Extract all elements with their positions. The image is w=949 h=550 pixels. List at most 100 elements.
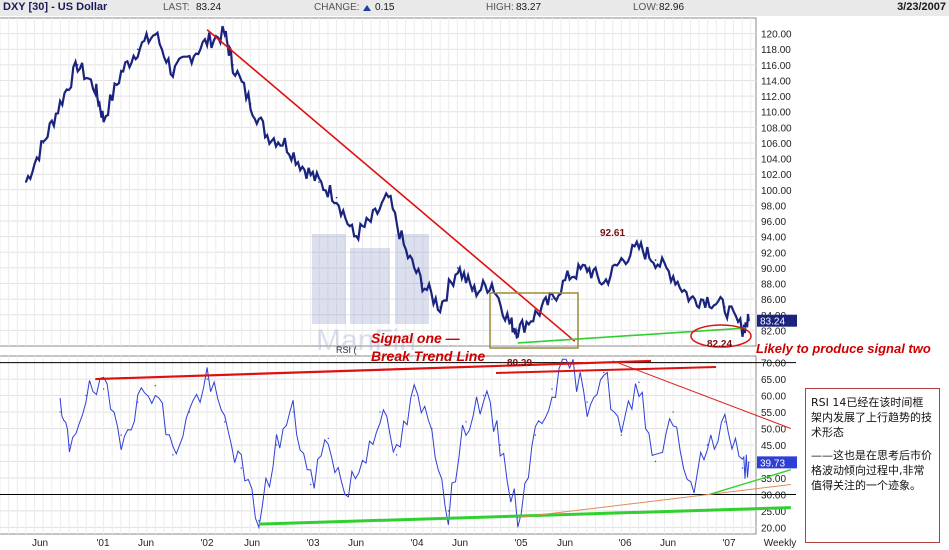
- price-point: [620, 259, 623, 261]
- price-tick-label: 94.00: [761, 233, 786, 244]
- rsi-point: [638, 381, 640, 384]
- x-tick-label: '02: [200, 538, 213, 549]
- price-point: [706, 298, 709, 300]
- x-tick-label: Jun: [138, 538, 154, 549]
- price-point: [353, 235, 355, 238]
- watermark-block-2: [350, 248, 390, 324]
- rsi-point: [706, 444, 709, 446]
- rsi-point: [431, 427, 433, 430]
- chart-title: DXY [30] - US Dollar: [3, 1, 108, 13]
- rsi-point: [120, 434, 122, 436]
- rsi-point: [68, 444, 71, 446]
- rsi-tick-label: 55.00: [761, 408, 786, 419]
- rsi-tick-label: 45.00: [761, 441, 786, 452]
- x-tick-label: Jun: [32, 538, 48, 549]
- price-tick-label: 114.00: [761, 76, 791, 87]
- price-tick-label: 112.00: [761, 92, 791, 103]
- price-tick-label: 88.00: [761, 280, 786, 291]
- price-tick-label: 120.00: [761, 30, 792, 41]
- change-value: 0.15: [375, 2, 395, 13]
- price-point: [301, 165, 304, 168]
- price-point: [76, 64, 79, 66]
- price-point: [318, 181, 320, 183]
- rsi-tick-label: 30.00: [761, 490, 786, 501]
- rsi-point: [59, 411, 61, 413]
- price-tick-label: 86.00: [761, 295, 786, 306]
- x-tick-label: '06: [618, 538, 631, 549]
- price-tick-label: 106.00: [761, 139, 792, 150]
- rsi-point: [395, 454, 398, 456]
- rsi-point: [690, 493, 692, 496]
- rsi-point: [85, 394, 87, 397]
- low-label: LOW:: [633, 2, 659, 13]
- rsi-point: [154, 384, 157, 387]
- price-tick-label: 92.00: [761, 248, 786, 259]
- rsi-point: [309, 483, 312, 486]
- price-point: [747, 319, 750, 322]
- rsi-point: [188, 411, 191, 413]
- rsi-point: [465, 421, 467, 423]
- price-point: [473, 290, 476, 293]
- rsi-point: [551, 388, 553, 390]
- rsi-point: [413, 394, 415, 397]
- high-value: 83.27: [516, 2, 542, 13]
- x-tick-label: Jun: [660, 538, 676, 549]
- price-last-tag-text: 83.24: [760, 317, 785, 328]
- price-point: [534, 313, 537, 316]
- rsi-point: [603, 371, 605, 374]
- rsi-point: [172, 454, 174, 456]
- price-tick-label: 116.00: [761, 61, 791, 72]
- watermark-block-1: [312, 234, 346, 324]
- price-point: [568, 274, 571, 277]
- price-point: [586, 267, 588, 269]
- x-tick-label: '01: [96, 538, 109, 549]
- price-tick-label: 118.00: [761, 45, 791, 56]
- price-point: [249, 103, 252, 105]
- rsi-point: [137, 401, 139, 403]
- price-point: [551, 298, 553, 300]
- rsi-point: [240, 467, 242, 469]
- price-tick-label: 96.00: [761, 217, 786, 228]
- price-point: [232, 64, 234, 66]
- price-point: [59, 103, 61, 105]
- price-point: [439, 306, 441, 308]
- rsi-point: [102, 388, 105, 390]
- price-tick-label: 82.00: [761, 326, 786, 337]
- price-point: [120, 71, 122, 74]
- price-tick-label: 90.00: [761, 264, 786, 275]
- price-tick-label: 108.00: [761, 123, 792, 134]
- chart-date: 3/23/2007: [897, 1, 946, 13]
- x-tick-label: Jun: [557, 538, 573, 549]
- last-label: LAST:: [163, 2, 190, 13]
- x-tick-label: '04: [410, 538, 423, 549]
- price-point: [154, 32, 157, 35]
- price-point: [335, 196, 338, 199]
- rsi-last-tag-text: 39.73: [760, 458, 785, 469]
- price-point: [94, 87, 97, 90]
- price-point: [491, 282, 493, 285]
- rsi-point: [672, 411, 674, 413]
- rsi-point: [620, 434, 623, 436]
- x-tick-label: '03: [306, 538, 319, 549]
- price-point: [517, 329, 519, 332]
- page-root: DXY [30] - US Dollar LAST: 83.24 CHANGE:…: [0, 0, 949, 550]
- rsi-point: [258, 520, 260, 522]
- price-point: [638, 246, 640, 249]
- rsi-label: RSI (: [336, 345, 357, 355]
- price-point: [654, 259, 657, 261]
- price-point: [283, 142, 286, 144]
- high-label: HIGH:: [486, 2, 514, 13]
- price-point: [42, 142, 45, 144]
- x-tick-label: Jun: [452, 538, 468, 549]
- price-point: [689, 298, 692, 300]
- price-point: [602, 282, 605, 285]
- rsi-point: [224, 421, 226, 423]
- low-82-label: 82.24: [707, 339, 732, 350]
- x-tick-label: '07: [722, 538, 735, 549]
- rsi-point: [499, 444, 501, 446]
- rsi-point: [275, 444, 278, 446]
- price-tick-label: 104.00: [761, 155, 792, 166]
- rsi-tick-label: 70.00: [761, 359, 786, 370]
- price-point: [672, 274, 674, 277]
- price-point: [172, 71, 174, 74]
